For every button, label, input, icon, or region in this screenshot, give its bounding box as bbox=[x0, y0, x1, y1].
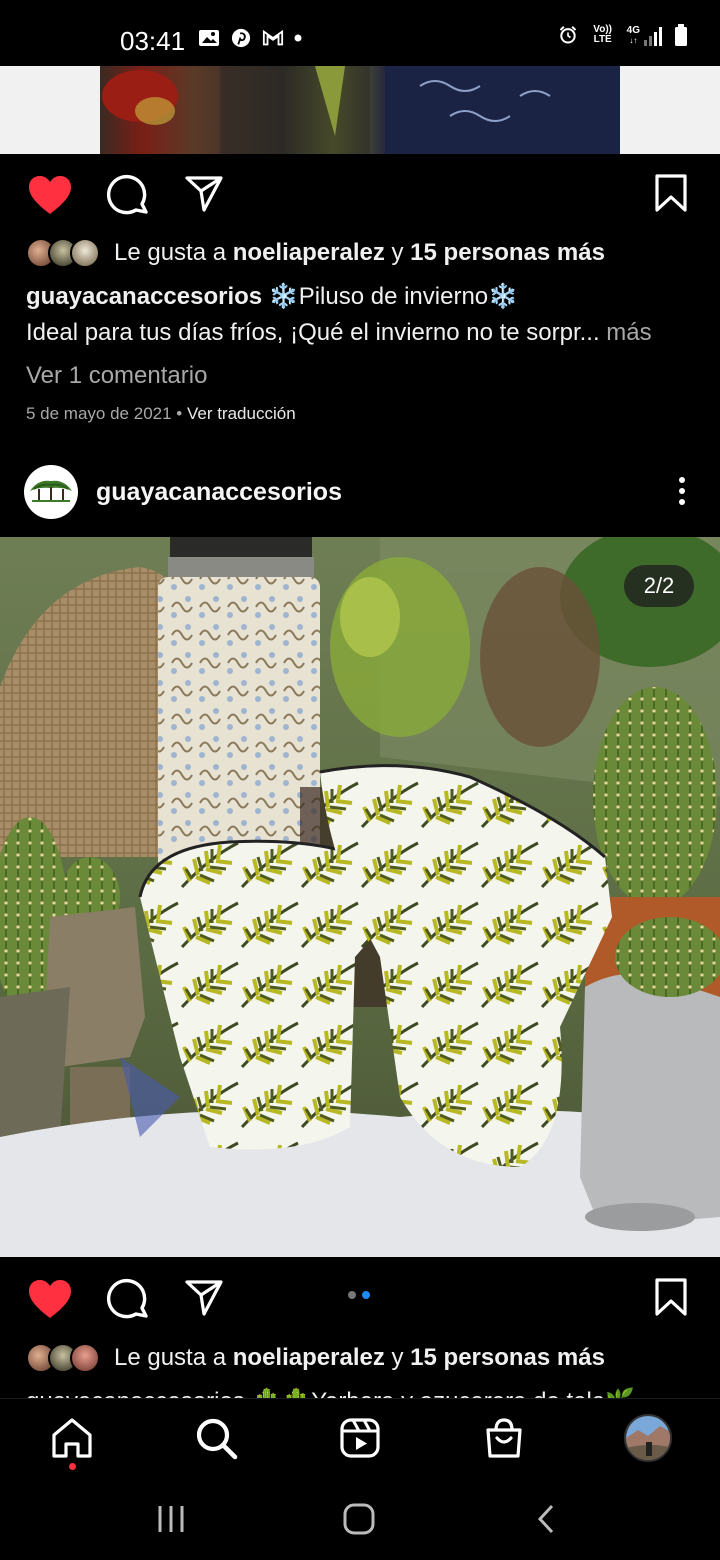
previous-post-image[interactable] bbox=[0, 66, 720, 154]
carousel-dot bbox=[348, 1291, 356, 1299]
post1-caption: guayacanaccesorios ❄️Piluso de invierno❄… bbox=[26, 279, 696, 351]
post1-likes[interactable]: Le gusta a noeliaperalez y 15 personas m… bbox=[26, 238, 605, 268]
signal-icon: 4G ↓↑ bbox=[627, 24, 662, 46]
likes-others[interactable]: 15 personas más bbox=[410, 239, 605, 267]
translate-link[interactable]: Ver traducción bbox=[187, 404, 296, 423]
alarm-icon bbox=[559, 25, 576, 44]
save-bookmark-icon[interactable] bbox=[654, 173, 688, 213]
bottom-navigation bbox=[0, 1398, 720, 1480]
share-icon[interactable] bbox=[184, 174, 224, 214]
volte-bottom: LTE bbox=[593, 34, 612, 45]
pinterest-icon bbox=[231, 28, 251, 48]
signal-label: 4G bbox=[626, 25, 640, 36]
battery-icon bbox=[675, 24, 687, 46]
avatar bbox=[70, 238, 100, 268]
gallery-icon bbox=[199, 30, 219, 46]
liker-username[interactable]: noeliaperalez bbox=[233, 239, 385, 267]
liker-avatars bbox=[26, 1343, 100, 1373]
likes-middle: y bbox=[384, 1344, 411, 1371]
likes-others[interactable]: 15 personas más bbox=[410, 1344, 605, 1372]
carousel-counter: 2/2 bbox=[624, 565, 694, 607]
status-time: 03:41 bbox=[120, 26, 186, 56]
caption-title: ❄️Piluso de invierno❄️ bbox=[262, 283, 519, 310]
likes-middle: y bbox=[384, 239, 411, 266]
caption-more-link[interactable]: más bbox=[600, 319, 651, 346]
avatar bbox=[70, 1343, 100, 1373]
caption-body: Ideal para tus días fríos, ¡Qué el invie… bbox=[26, 319, 600, 346]
post2-profile-avatar[interactable] bbox=[24, 465, 78, 519]
liker-username[interactable]: noeliaperalez bbox=[233, 1344, 385, 1372]
likes-prefix: Le gusta a bbox=[114, 1344, 227, 1371]
liker-avatars bbox=[26, 238, 100, 268]
post2-caption-partial: guayacanaccesorios 🌵🌵Yerbera y azucarera… bbox=[26, 1384, 686, 1398]
like-heart-icon[interactable] bbox=[27, 1278, 73, 1320]
meta-separator: • bbox=[171, 404, 187, 423]
post1-meta: 5 de mayo de 2021 • Ver traducción bbox=[26, 404, 296, 424]
post1-action-row bbox=[0, 154, 720, 234]
profile-avatar[interactable] bbox=[624, 1414, 672, 1462]
shop-icon[interactable] bbox=[481, 1415, 527, 1461]
status-bar: 03:41 Vo)) LTE 4G ↓↑ bbox=[0, 0, 720, 66]
back-icon[interactable] bbox=[534, 1502, 558, 1536]
view-comments-link[interactable]: Ver 1 comentario bbox=[26, 362, 207, 390]
carousel-dots bbox=[348, 1291, 370, 1299]
post2-photo[interactable]: 2/2 bbox=[0, 537, 720, 1257]
search-icon[interactable] bbox=[193, 1415, 239, 1461]
share-icon[interactable] bbox=[184, 1278, 224, 1318]
system-navigation-bar bbox=[0, 1480, 720, 1560]
comment-icon[interactable] bbox=[106, 1278, 150, 1322]
post2-header: guayacanaccesorios bbox=[0, 462, 720, 522]
volte-icon: Vo)) LTE bbox=[591, 25, 615, 45]
caption-username[interactable]: guayacanaccesorios bbox=[26, 283, 262, 310]
gmail-icon bbox=[262, 29, 284, 46]
post-date: 5 de mayo de 2021 bbox=[26, 404, 172, 423]
dot-icon bbox=[294, 34, 302, 42]
like-heart-icon[interactable] bbox=[27, 174, 73, 216]
home-button-icon[interactable] bbox=[342, 1502, 376, 1536]
more-options-icon[interactable] bbox=[678, 476, 686, 506]
post2-username[interactable]: guayacanaccesorios bbox=[96, 478, 342, 507]
reels-icon[interactable] bbox=[337, 1415, 383, 1461]
carousel-dot-active bbox=[362, 1291, 370, 1299]
home-notification-dot bbox=[69, 1463, 76, 1470]
save-bookmark-icon[interactable] bbox=[654, 1277, 688, 1317]
home-icon[interactable] bbox=[49, 1415, 95, 1461]
post2-likes[interactable]: Le gusta a noeliaperalez y 15 personas m… bbox=[26, 1343, 605, 1373]
comment-icon[interactable] bbox=[106, 174, 150, 218]
likes-prefix: Le gusta a bbox=[114, 239, 227, 266]
recent-apps-icon[interactable] bbox=[156, 1502, 186, 1536]
